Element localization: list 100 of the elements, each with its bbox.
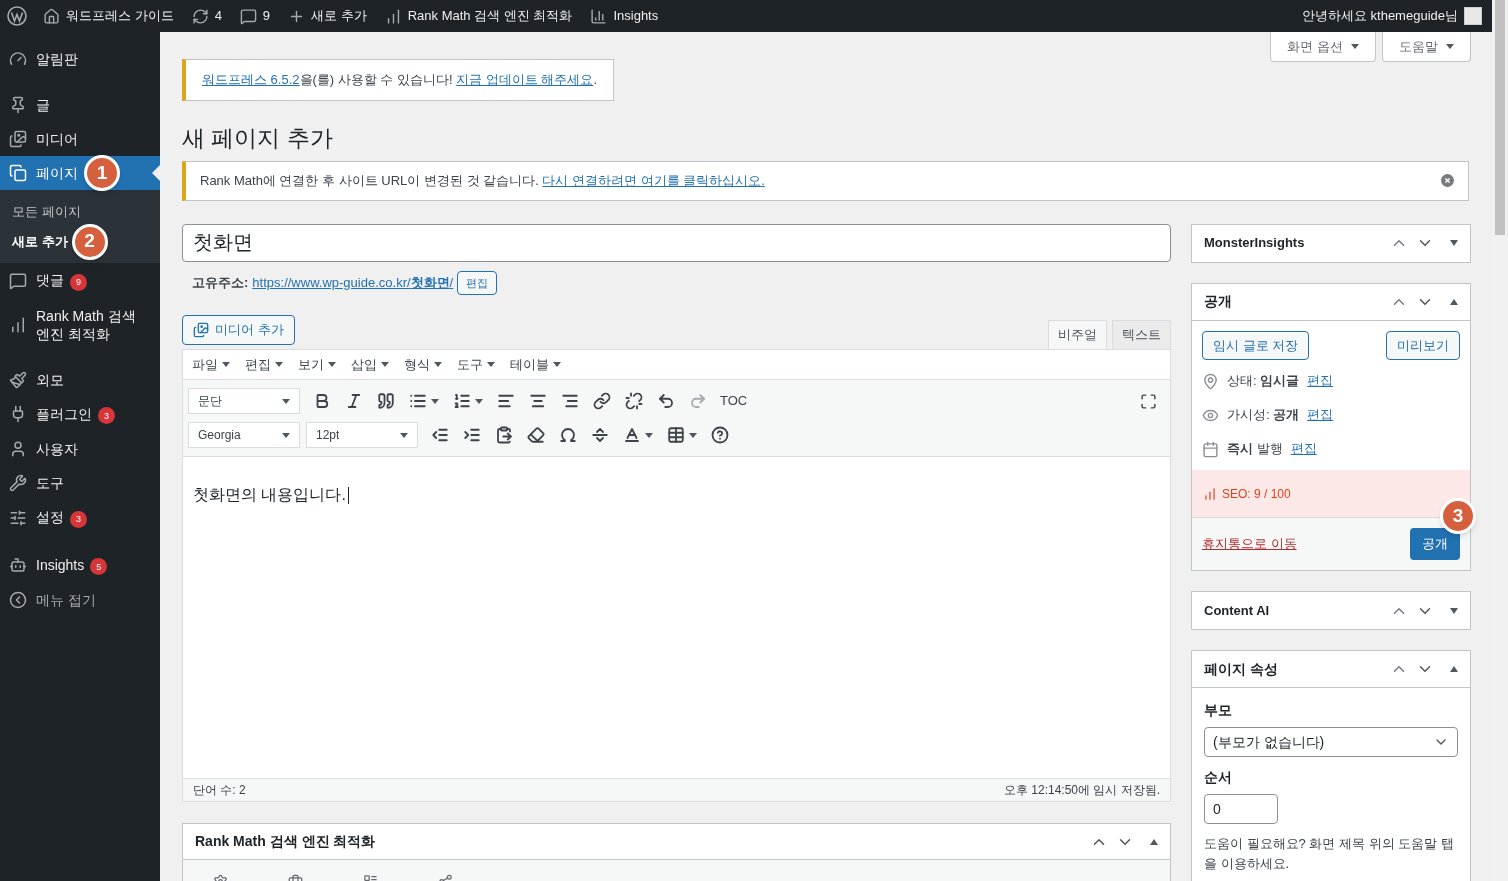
current-pointer-icon: [152, 165, 160, 181]
table-icon: [667, 426, 685, 444]
menu-item[interactable]: 도구: [0, 466, 160, 500]
count-badge: 3: [70, 510, 87, 528]
box-title: MonsterInsights: [1204, 234, 1306, 253]
robot-icon: [9, 556, 27, 575]
editor-menu[interactable]: 형식: [404, 354, 442, 375]
menu-item[interactable]: Rank Math 검색 엔진 최적화: [0, 298, 160, 351]
publish-info: 상태: 임시글: [1227, 372, 1300, 391]
bullet-list-icon: [409, 392, 427, 410]
page-heading: 새 페이지 추가: [182, 124, 334, 153]
text-color-icon: [623, 426, 641, 444]
map-pin-icon: [1202, 372, 1219, 390]
admin-bar-item[interactable]: Rank Math 검색 엔진 최적화: [375, 0, 582, 32]
fullscreen-icon: [1140, 392, 1157, 410]
menu-item[interactable]: 플러그인 3: [0, 396, 160, 432]
avatar: [1464, 7, 1482, 25]
menu-item[interactable]: 페이지 1: [0, 156, 160, 190]
edit-link[interactable]: 편집: [1307, 405, 1334, 425]
menu-item[interactable]: 미디어: [0, 122, 160, 156]
editor-menu[interactable]: 삽입: [351, 354, 389, 375]
edit-link[interactable]: 편집: [1290, 439, 1317, 459]
caret-icon: [328, 362, 336, 367]
notice-link[interactable]: 지금 업데이트 해주세요: [456, 70, 594, 90]
admin-bar-item[interactable]: 4: [182, 0, 231, 32]
save-draft-button[interactable]: 임시 글로 저장: [1202, 330, 1310, 360]
preview-button[interactable]: 미리보기: [1386, 330, 1460, 360]
editor-menu[interactable]: 편집: [245, 354, 283, 375]
menu-item[interactable]: Insights 5: [0, 547, 160, 583]
quote-icon: [377, 392, 395, 410]
toggle-icon[interactable]: [1450, 607, 1458, 614]
editor-content[interactable]: 첫화면의 내용입니다.: [183, 457, 1170, 778]
caret-icon: [475, 398, 483, 404]
box-title: Rank Math 검색 엔진 최적화: [195, 832, 377, 851]
autosave-status: 오후 12:14:50에 임시 저장됨.: [1003, 782, 1160, 799]
screen-tab-button[interactable]: 화면 옵션: [1270, 32, 1376, 62]
indent-icon: [463, 426, 481, 444]
menu-item[interactable]: 글: [0, 88, 160, 122]
wordpress-logo-icon[interactable]: [7, 6, 27, 26]
toggle-icon[interactable]: [1450, 666, 1458, 672]
clipboard-icon: [495, 426, 513, 444]
notice-link[interactable]: 워드프레스 6.5.2: [202, 70, 300, 90]
parent-select[interactable]: (부모가 없습니다): [1204, 727, 1458, 757]
publish-button[interactable]: 공개: [1410, 528, 1460, 560]
menu-item[interactable]: 외모: [0, 362, 160, 397]
title-field[interactable]: 첫화면: [182, 223, 1171, 262]
paintbrush-icon: [9, 370, 27, 389]
admin-bar-item[interactable]: Insights: [581, 0, 668, 32]
omega-icon: [559, 426, 577, 444]
caret-icon: [1351, 44, 1359, 49]
editor-menu[interactable]: 보기: [298, 354, 336, 375]
editor-tab[interactable]: 비주얼: [1048, 320, 1107, 349]
field-label: 부모: [1204, 701, 1233, 720]
editor-tab[interactable]: 텍스트: [1112, 320, 1171, 349]
admin-bar-item[interactable]: 새로 추가: [279, 0, 376, 32]
toc-button[interactable]: TOC: [714, 391, 754, 411]
menu-item[interactable]: 댓글 9: [0, 263, 160, 299]
editor-menu[interactable]: 도구: [457, 354, 495, 375]
sliders-icon: [9, 508, 27, 527]
add-media-button[interactable]: 미디어 추가: [182, 315, 295, 345]
wrench-icon: [9, 474, 27, 492]
trash-link[interactable]: 휴지통으로 이동: [1202, 534, 1297, 554]
edit-slug-button[interactable]: 편집: [457, 270, 498, 295]
speech-bubble-icon: [239, 7, 257, 25]
menu-item[interactable]: 사용자: [0, 432, 160, 466]
menu-item[interactable]: 설정 3: [0, 500, 160, 536]
caret-icon: [434, 362, 442, 367]
link-icon: [593, 392, 611, 410]
count-badge: 9: [70, 273, 87, 291]
outdent-icon: [431, 426, 449, 444]
editor-menu[interactable]: 테이블: [510, 354, 561, 375]
field-label: 순서: [1204, 768, 1233, 787]
seo-score: SEO: 9 / 100: [1222, 485, 1291, 503]
toggle-icon[interactable]: [1450, 298, 1458, 305]
toggle-icon[interactable]: [1150, 838, 1158, 845]
caret-icon: [222, 362, 230, 367]
permalink-link[interactable]: https://www.wp-guide.co.kr/첫화면/: [252, 273, 454, 293]
admin-bar-item[interactable]: 9: [230, 0, 280, 32]
format-select[interactable]: 12pt: [306, 422, 418, 448]
count-badge: 3: [98, 407, 115, 424]
help-text: 도움이 필요해요? 화면 제목 위의 도움말 탭을 이용하세요.: [1204, 835, 1455, 873]
format-select[interactable]: 문단: [188, 388, 300, 414]
toggle-icon[interactable]: [1450, 240, 1458, 246]
editor-menu[interactable]: 파일: [192, 354, 230, 375]
notice-text: Rank Math에 연결한 후 사이트 URL이 변경된 것 같습니다.: [200, 172, 540, 188]
screen-tab-button[interactable]: 도움말: [1382, 32, 1471, 62]
pin-icon: [9, 96, 27, 114]
order-field[interactable]: 0: [1204, 794, 1278, 824]
bar-chart-icon: [590, 7, 608, 25]
edit-link[interactable]: 편집: [1307, 371, 1334, 391]
redo-icon: [689, 392, 707, 410]
close-icon[interactable]: [1441, 174, 1454, 187]
notice-link[interactable]: 다시 연결하려면 여기를 클릭하십시오.: [542, 172, 765, 188]
admin-bar-item[interactable]: 워드프레스 가이드: [34, 0, 183, 32]
menu-item[interactable]: 알림판: [0, 42, 160, 76]
numbered-callout: 2: [71, 223, 108, 260]
numbered-callout: 3: [1440, 498, 1476, 534]
menu-item[interactable]: 메뉴 접기: [0, 583, 160, 617]
account-menu[interactable]: 안녕하세요 kthemeguide님: [1301, 6, 1492, 26]
format-select[interactable]: Georgia: [188, 422, 300, 448]
